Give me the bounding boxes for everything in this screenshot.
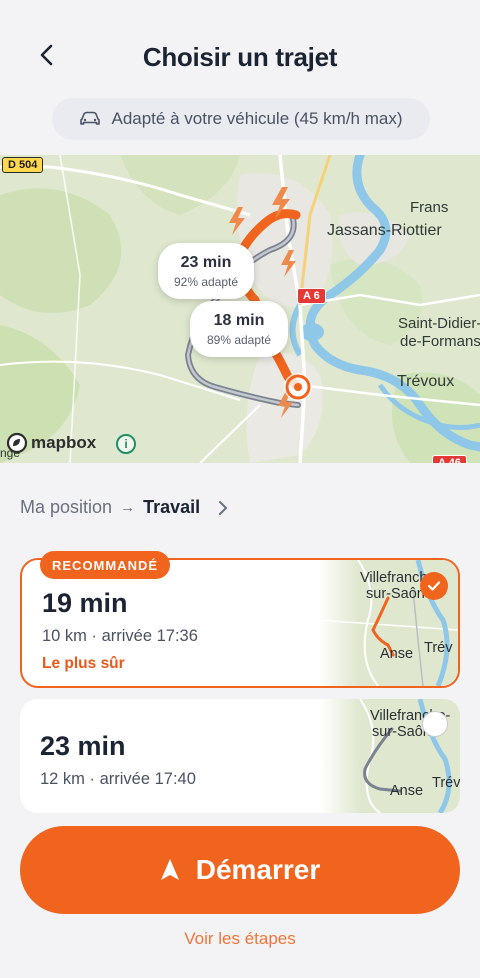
recommended-badge: RECOMMANDÉ	[40, 551, 171, 579]
thumb-label-anse: Anse	[380, 646, 414, 662]
chevron-right-icon	[219, 500, 228, 515]
bubble-pct: 89% adapté	[206, 332, 272, 347]
map-label-frans: Frans	[410, 199, 449, 216]
map-label-jassans: Jassans-Riottier	[327, 222, 442, 239]
map-info-button[interactable]: i	[116, 434, 136, 454]
vehicle-chip-label: Adapté à votre véhicule (45 km/h max)	[111, 109, 403, 128]
map-label-trevoux: Trévoux	[397, 373, 455, 390]
view-steps-link[interactable]: Voir les étapes	[0, 929, 480, 949]
route-time: 23 min	[40, 731, 126, 761]
map-label-saint-didier: Saint-Didier-	[398, 315, 480, 332]
road-shield-d504: D 504	[2, 157, 44, 173]
route-time: 19 min	[42, 588, 128, 618]
route-tag: Le plus sûr	[42, 655, 125, 672]
unselected-radio[interactable]	[422, 711, 448, 737]
route-meta: 12 km · arrivée 17:40	[40, 770, 196, 788]
destination-pin-icon	[284, 373, 312, 401]
breadcrumb-arrow: →	[120, 499, 136, 516]
route-map[interactable]: D 504 A 6 A 46 Frans Jassans-Riottier Sa…	[0, 155, 480, 463]
breadcrumb[interactable]: Ma position → Travail	[20, 497, 228, 518]
selected-check	[420, 572, 448, 600]
car-icon	[80, 111, 101, 125]
thumb-label-trev: Trév	[432, 775, 460, 791]
road-shield-a46: A 46	[432, 455, 467, 463]
thumb-label-trev: Trév	[424, 640, 453, 656]
route-bubble-recommended[interactable]: 18 min 89% adapté	[190, 301, 288, 357]
route-card-recommended[interactable]: Villefranche- sur-Saône Anse Trév RECOMM…	[20, 551, 460, 688]
start-button[interactable]: Démarrer	[20, 826, 460, 914]
header: Choisir un trajet	[0, 0, 480, 110]
page-title: Choisir un trajet	[142, 42, 338, 72]
breadcrumb-destination: Travail	[143, 497, 201, 517]
start-button-label: Démarrer	[195, 854, 321, 885]
map-label-de-formans: de-Formans	[400, 333, 480, 350]
check-icon	[427, 581, 441, 591]
breadcrumb-origin: Ma position	[20, 497, 113, 517]
thumb-label-anse: Anse	[390, 783, 424, 799]
route-meta: 10 km · arrivée 17:36	[42, 627, 198, 645]
vehicle-chip: Adapté à votre véhicule (45 km/h max)	[52, 98, 430, 140]
road-shield-a6: A 6	[297, 288, 326, 304]
bubble-pct: 92% adapté	[173, 274, 239, 289]
navigation-arrow-icon	[160, 859, 179, 880]
route-card-alternative[interactable]: Villefranche- sur-Saône Anse Trév 23 min…	[20, 699, 460, 813]
mapbox-icon	[6, 432, 28, 454]
mapbox-logo: mapbox	[6, 432, 96, 454]
mapbox-wordmark: mapbox	[31, 433, 97, 452]
thumbnail-fade	[318, 560, 358, 686]
bubble-time: 23 min	[180, 253, 232, 271]
route-bubble-alt[interactable]: 23 min 92% adapté	[158, 243, 254, 299]
bubble-time: 18 min	[213, 311, 265, 329]
thumbnail-fade	[320, 699, 360, 813]
